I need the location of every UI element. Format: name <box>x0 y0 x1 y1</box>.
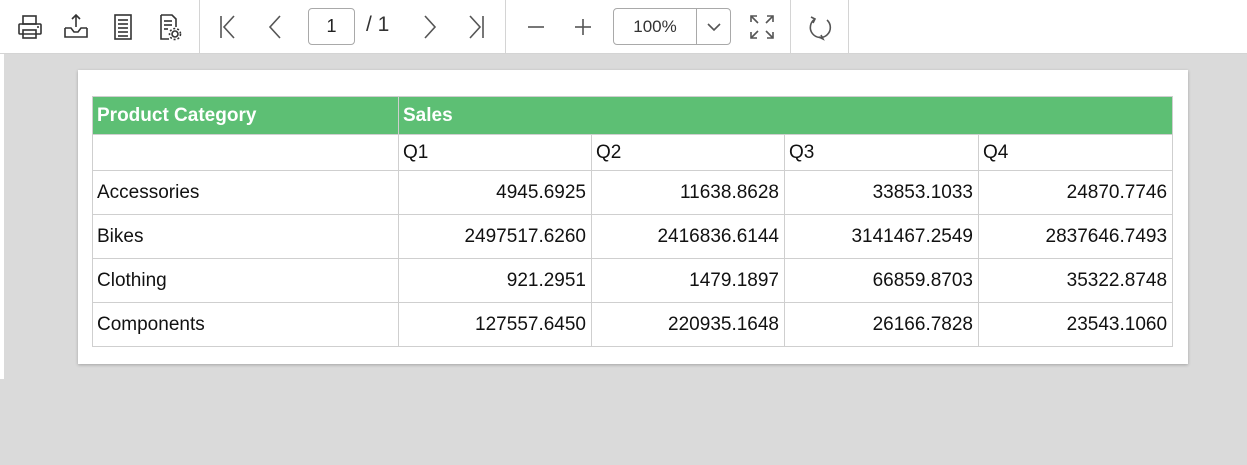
table-row: Components 127557.6450 220935.1648 26166… <box>92 302 1174 347</box>
value-cell: 26166.7828 <box>784 302 979 347</box>
fit-page-button[interactable] <box>745 9 779 45</box>
table-row: Clothing 921.2951 1479.1897 66859.8703 3… <box>92 258 1174 303</box>
table-row: Bikes 2497517.6260 2416836.6144 3141467.… <box>92 214 1174 259</box>
page-icon <box>114 14 132 40</box>
value-cell: 2497517.6260 <box>398 214 592 259</box>
report-page: Product Category Sales Q1 Q2 Q3 Q4 Acces… <box>78 70 1188 364</box>
zoom-in-button[interactable] <box>565 9 599 45</box>
value-cell: 2416836.6144 <box>591 214 785 259</box>
page-total-label: / 1 <box>366 13 390 36</box>
zoom-dropdown[interactable]: 100% <box>613 8 731 45</box>
page-settings-button[interactable] <box>152 9 186 45</box>
first-page-button[interactable] <box>211 9 245 45</box>
export-button[interactable] <box>59 9 93 45</box>
printer-icon <box>18 15 42 39</box>
quarter-header: Q3 <box>784 134 979 171</box>
page-number-input[interactable] <box>308 8 355 45</box>
zoom-out-button[interactable] <box>518 9 552 45</box>
previous-page-button[interactable] <box>258 9 292 45</box>
page-setup-button[interactable] <box>106 9 140 45</box>
quarter-header: Q2 <box>591 134 785 171</box>
toolbar: / 1 100% <box>0 0 1247 54</box>
quarter-header: Q4 <box>977 134 1174 171</box>
print-button[interactable] <box>13 9 47 45</box>
value-cell: 4945.6925 <box>398 170 592 215</box>
value-cell: 11638.8628 <box>591 170 785 215</box>
chevron-right-icon <box>424 15 437 39</box>
category-cell: Bikes <box>92 214 399 259</box>
chevron-down-icon <box>706 22 721 31</box>
empty-cell <box>92 134 399 171</box>
value-cell: 33853.1033 <box>784 170 979 215</box>
value-cell: 1479.1897 <box>591 258 785 303</box>
value-cell: 24870.7746 <box>977 170 1174 215</box>
viewer-left-edge <box>0 54 4 379</box>
sales-table: Product Category Sales Q1 Q2 Q3 Q4 Acces… <box>92 96 1174 347</box>
table-row: Accessories 4945.6925 11638.8628 33853.1… <box>92 170 1174 215</box>
minus-icon <box>528 26 544 28</box>
plus-icon <box>575 19 591 35</box>
quarter-header: Q1 <box>398 134 592 171</box>
fit-to-page-icon <box>750 15 774 39</box>
quarter-header-row: Q1 Q2 Q3 Q4 <box>92 134 1174 171</box>
first-page-icon <box>220 15 235 39</box>
value-cell: 921.2951 <box>398 258 592 303</box>
category-cell: Components <box>92 302 399 347</box>
value-cell: 2837646.7493 <box>977 214 1174 259</box>
export-icon <box>64 13 88 38</box>
toolbar-separator <box>505 0 506 53</box>
toolbar-separator <box>790 0 791 53</box>
last-page-icon <box>469 15 484 39</box>
page-settings-icon <box>160 14 182 41</box>
next-page-button[interactable] <box>413 9 447 45</box>
toolbar-separator <box>199 0 200 53</box>
value-cell: 66859.8703 <box>784 258 979 303</box>
category-cell: Clothing <box>92 258 399 303</box>
chevron-left-icon <box>268 15 281 39</box>
value-cell: 3141467.2549 <box>784 214 979 259</box>
header-product-category: Product Category <box>92 96 399 135</box>
value-cell: 35322.8748 <box>977 258 1174 303</box>
value-cell: 127557.6450 <box>398 302 592 347</box>
value-cell: 220935.1648 <box>591 302 785 347</box>
refresh-button[interactable] <box>803 9 837 45</box>
toolbar-separator <box>848 0 849 53</box>
header-sales: Sales <box>397 96 1174 135</box>
last-page-button[interactable] <box>459 9 493 45</box>
refresh-icon <box>809 16 832 41</box>
category-cell: Accessories <box>92 170 399 215</box>
table-header-row: Product Category Sales <box>92 96 1174 135</box>
zoom-dropdown-button[interactable] <box>697 9 730 44</box>
zoom-value[interactable]: 100% <box>614 9 696 44</box>
value-cell: 23543.1060 <box>977 302 1174 347</box>
